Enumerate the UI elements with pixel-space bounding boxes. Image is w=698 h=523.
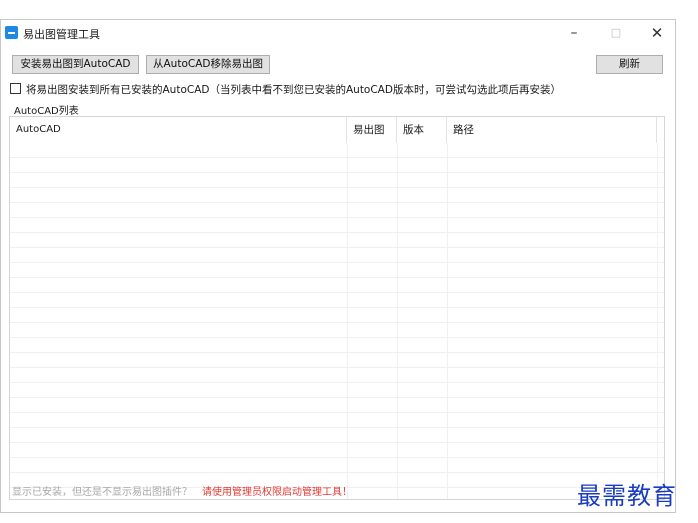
column-divider [397,143,398,499]
refresh-button[interactable]: 刷新 [596,55,663,74]
install-all-checkbox[interactable] [10,83,21,94]
column-divider [347,143,348,499]
column-header-yichutu[interactable]: 易出图 [347,117,397,143]
column-header-autocad[interactable]: AutoCAD [10,117,347,143]
column-divider [657,143,658,499]
autocad-list[interactable]: AutoCAD 易出图 版本 路径 [9,116,665,500]
remove-button[interactable]: 从AutoCAD移除易出图 [146,55,270,74]
close-button[interactable]: ✕ [640,22,674,44]
install-all-label: 将易出图安装到所有已安装的AutoCAD（当列表中看不到您已安装的AutoCAD… [26,84,561,96]
footer-hint-link[interactable]: 显示已安装，但还是不显示易出图插件？ [12,483,192,498]
maximize-button[interactable]: □ [599,22,633,44]
install-button[interactable]: 安装易出图到AutoCAD [12,55,139,74]
window-title: 易出图管理工具 [23,28,100,41]
app-icon [5,26,18,39]
minimize-button[interactable]: – [557,22,591,44]
autocad-list-label: AutoCAD列表 [14,106,79,117]
column-header-path[interactable]: 路径 [447,117,657,143]
footer-admin-warning: 请使用管理员权限启动管理工具！ [202,487,352,498]
column-divider [447,143,448,499]
list-rows [10,143,664,499]
column-header-version[interactable]: 版本 [397,117,447,143]
title-bar: 易出图管理工具 – □ ✕ [1,20,675,48]
app-window: 易出图管理工具 – □ ✕ 安装易出图到AutoCAD 从AutoCAD移除易出… [0,19,676,513]
watermark-logo: 最需教育 [577,482,677,510]
